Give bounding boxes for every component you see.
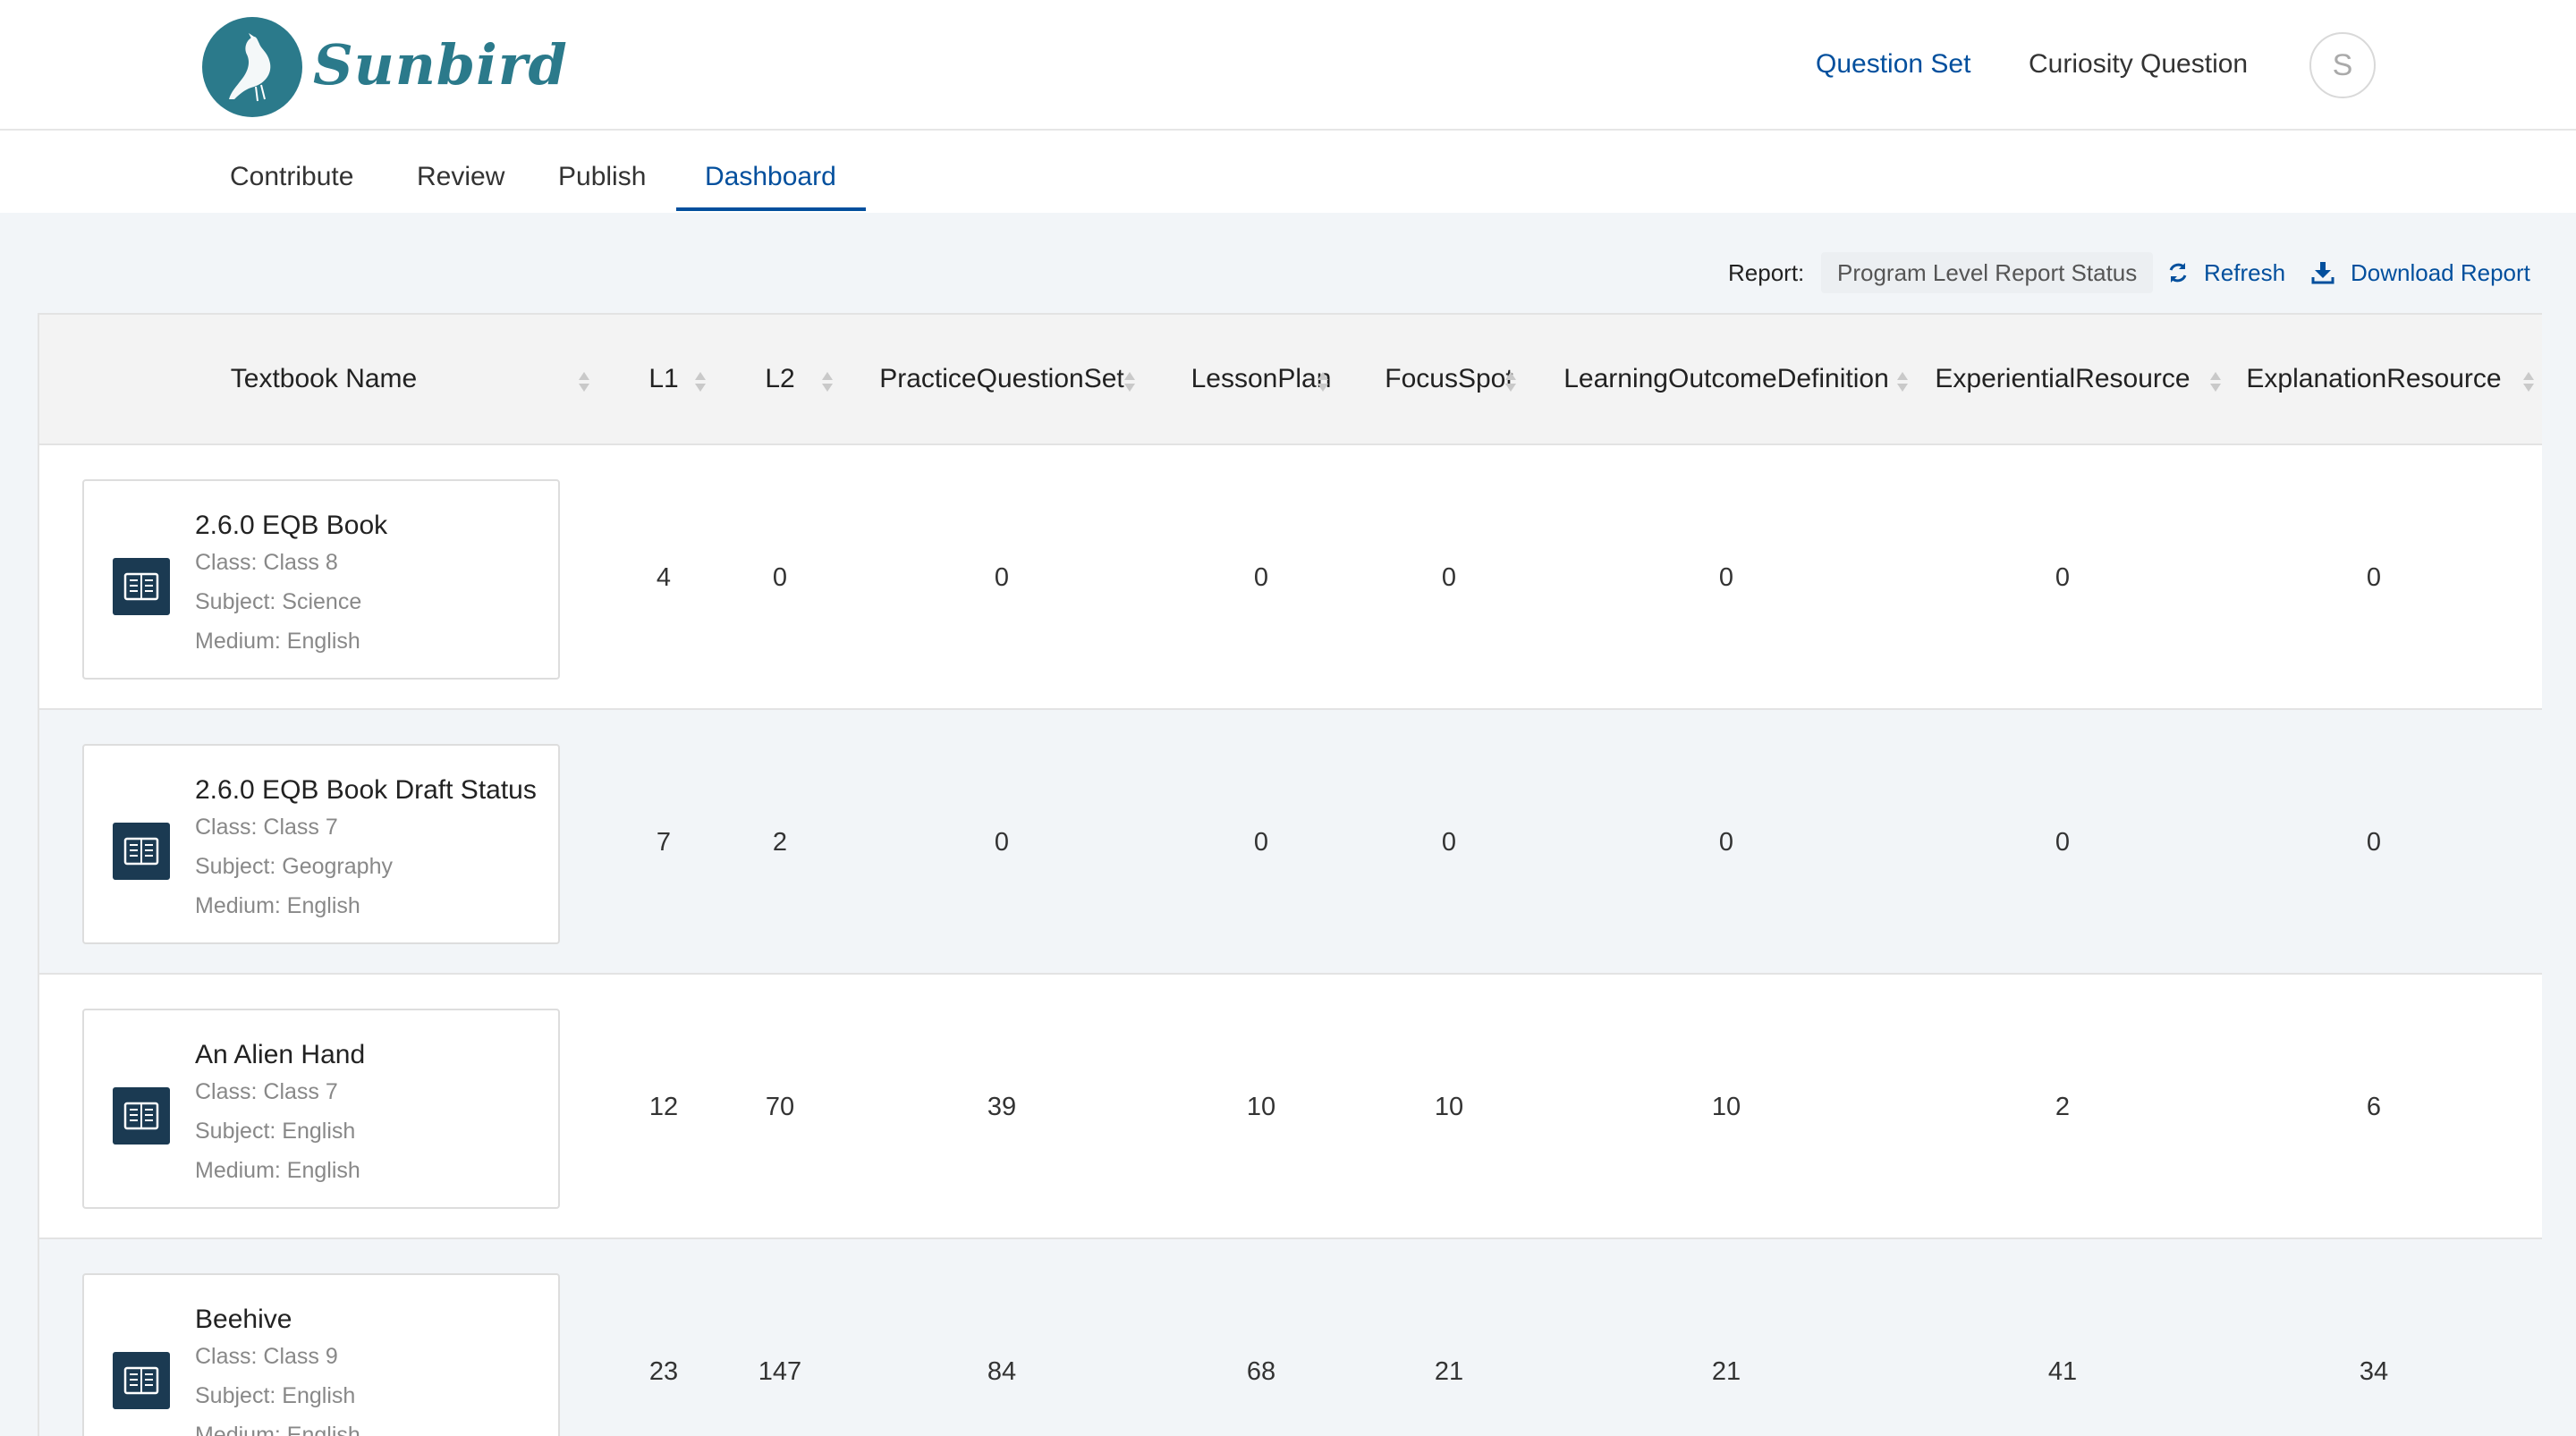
cell-explanation-resource: 6 <box>2366 1093 2382 1121</box>
cell-lesson-plan: 0 <box>1253 563 1269 592</box>
column-header-explanation-resource[interactable]: ExplanationResource <box>2238 315 2510 443</box>
column-header-learning-outcome-definition[interactable]: LearningOutcomeDefinition <box>1551 315 1902 443</box>
report-label: Report: <box>1728 259 1805 286</box>
column-header-textbook-name[interactable]: Textbook Name <box>123 315 524 443</box>
book-icon <box>113 1087 170 1145</box>
cell-practice-question-set: 39 <box>987 1093 1017 1121</box>
cell-explanation-resource: 0 <box>2366 563 2382 592</box>
textbook-title: Beehive <box>195 1305 292 1334</box>
nav-curiosity-question[interactable]: Curiosity Question <box>2029 46 2248 82</box>
cell-explanation-resource: 0 <box>2366 828 2382 857</box>
cell-practice-question-set: 0 <box>994 828 1010 857</box>
cell-focus-spot: 0 <box>1441 828 1457 857</box>
textbook-class: Class: Class 8 <box>195 550 338 575</box>
textbook-card[interactable]: An Alien Hand Class: Class 7 Subject: En… <box>82 1009 560 1209</box>
sort-icon[interactable] <box>694 370 707 393</box>
textbook-title: An Alien Hand <box>195 1040 366 1069</box>
tab-review[interactable]: Review <box>417 159 504 195</box>
textbook-medium: Medium: English <box>195 629 360 654</box>
cell-l2: 2 <box>772 828 788 857</box>
report-table: Textbook Name L1 L2 PracticeQuestionSet … <box>38 313 2542 1436</box>
textbook-subject: Subject: Science <box>195 589 362 614</box>
secondary-nav: Contribute Review Publish Dashboard <box>0 131 2576 213</box>
tab-contribute[interactable]: Contribute <box>230 159 353 195</box>
cell-learning-outcome-definition: 21 <box>1711 1357 1741 1386</box>
cell-explanation-resource: 34 <box>2359 1357 2389 1386</box>
table-row[interactable]: Beehive Class: Class 9 Subject: English … <box>39 1239 2542 1436</box>
textbook-card[interactable]: Beehive Class: Class 9 Subject: English … <box>82 1273 560 1436</box>
sort-icon[interactable] <box>2522 370 2535 393</box>
cell-l1: 12 <box>648 1093 679 1121</box>
book-icon <box>113 1352 170 1409</box>
sunbird-logo-icon[interactable] <box>202 17 302 117</box>
book-icon <box>113 823 170 880</box>
cell-experiential-resource: 0 <box>2055 828 2071 857</box>
top-header: Sunbird Question Set Curiosity Question … <box>0 0 2576 131</box>
refresh-icon[interactable] <box>2165 259 2191 286</box>
cell-l2: 147 <box>758 1357 802 1386</box>
cell-lesson-plan: 68 <box>1246 1357 1276 1386</box>
active-tab-indicator <box>676 207 866 211</box>
cell-practice-question-set: 0 <box>994 563 1010 592</box>
sort-icon[interactable] <box>2209 370 2222 393</box>
textbook-subject: Subject: Geography <box>195 854 393 879</box>
textbook-card[interactable]: 2.6.0 EQB Book Draft Status Class: Class… <box>82 744 560 944</box>
cell-l2: 70 <box>765 1093 795 1121</box>
sort-icon[interactable] <box>1896 370 1909 393</box>
cell-practice-question-set: 84 <box>987 1357 1017 1386</box>
download-icon[interactable] <box>2309 259 2336 286</box>
table-row[interactable]: 2.6.0 EQB Book Draft Status Class: Class… <box>39 710 2542 975</box>
column-header-practice-question-set[interactable]: PracticeQuestionSet <box>868 315 1136 443</box>
table-row[interactable]: An Alien Hand Class: Class 7 Subject: En… <box>39 975 2542 1239</box>
cell-experiential-resource: 2 <box>2055 1093 2071 1121</box>
user-avatar[interactable]: S <box>2309 32 2376 98</box>
tab-publish[interactable]: Publish <box>558 159 646 195</box>
tab-dashboard[interactable]: Dashboard <box>705 159 836 195</box>
textbook-title: 2.6.0 EQB Book Draft Status <box>195 775 537 805</box>
cell-experiential-resource: 41 <box>2047 1357 2078 1386</box>
column-header-l2[interactable]: L2 <box>737 315 823 443</box>
sort-icon[interactable] <box>578 370 590 393</box>
cell-experiential-resource: 0 <box>2055 563 2071 592</box>
textbook-class: Class: Class 7 <box>195 815 338 840</box>
cell-l1: 23 <box>648 1357 679 1386</box>
brand-name: Sunbird <box>313 32 568 97</box>
textbook-medium: Medium: English <box>195 893 360 918</box>
cell-focus-spot: 0 <box>1441 563 1457 592</box>
download-report-button[interactable]: Download Report <box>2351 258 2530 288</box>
cell-learning-outcome-definition: 0 <box>1718 828 1734 857</box>
textbook-medium: Medium: English <box>195 1423 360 1436</box>
cell-lesson-plan: 10 <box>1246 1093 1276 1121</box>
cell-l1: 4 <box>656 563 672 592</box>
report-selector[interactable]: Program Level Report Status <box>1821 252 2154 293</box>
textbook-title: 2.6.0 EQB Book <box>195 511 388 540</box>
dashboard-content: Report: Program Level Report Status Refr… <box>0 213 2576 1436</box>
sort-icon[interactable] <box>1504 370 1517 393</box>
book-icon <box>113 558 170 615</box>
textbook-subject: Subject: English <box>195 1383 356 1408</box>
textbook-class: Class: Class 9 <box>195 1344 338 1369</box>
cell-focus-spot: 21 <box>1434 1357 1464 1386</box>
column-header-l1[interactable]: L1 <box>628 315 699 443</box>
table-header: Textbook Name L1 L2 PracticeQuestionSet … <box>39 315 2542 445</box>
cell-lesson-plan: 0 <box>1253 828 1269 857</box>
cell-learning-outcome-definition: 10 <box>1711 1093 1741 1121</box>
textbook-medium: Medium: English <box>195 1158 360 1183</box>
cell-l2: 0 <box>772 563 788 592</box>
report-toolbar: Report: Program Level Report Status Refr… <box>0 252 2576 293</box>
sort-icon[interactable] <box>821 370 834 393</box>
nav-question-set[interactable]: Question Set <box>1816 46 1970 82</box>
refresh-button[interactable]: Refresh <box>2204 258 2285 288</box>
textbook-subject: Subject: English <box>195 1119 356 1144</box>
table-row[interactable]: 2.6.0 EQB Book Class: Class 8 Subject: S… <box>39 445 2542 710</box>
textbook-card[interactable]: 2.6.0 EQB Book Class: Class 8 Subject: S… <box>82 479 560 680</box>
sort-icon[interactable] <box>1123 370 1136 393</box>
column-header-experiential-resource[interactable]: ExperientialResource <box>1928 315 2197 443</box>
cell-l1: 7 <box>656 828 672 857</box>
sort-icon[interactable] <box>1317 370 1329 393</box>
cell-focus-spot: 10 <box>1434 1093 1464 1121</box>
textbook-class: Class: Class 7 <box>195 1079 338 1104</box>
cell-learning-outcome-definition: 0 <box>1718 563 1734 592</box>
